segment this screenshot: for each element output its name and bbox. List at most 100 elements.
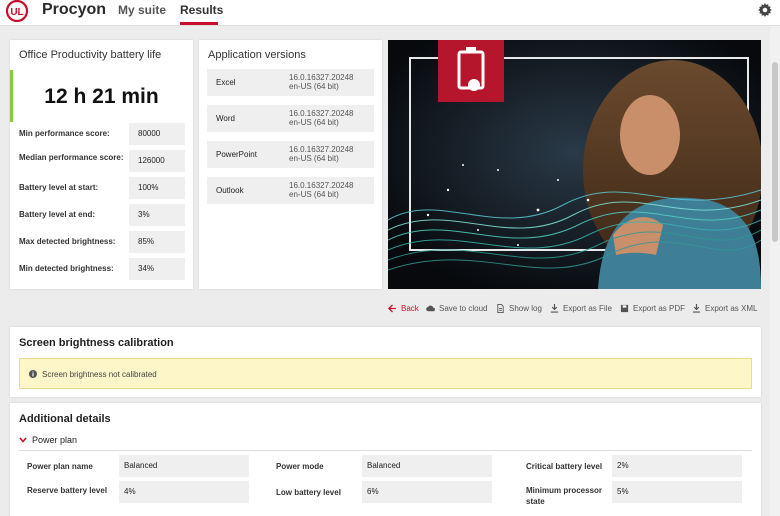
export-pdf-label: Export as PDF (633, 304, 686, 313)
battery-row: Battery level at start: 100% (19, 177, 185, 199)
power-plan-row-label: Power mode (276, 462, 324, 471)
cloud-icon (426, 305, 435, 312)
version-locale: en-US (64 bit) (289, 154, 339, 163)
calibration-notice: Screen brightness not calibrated (19, 358, 752, 389)
calibration-notice-text: Screen brightness not calibrated (42, 370, 157, 379)
power-plan-row-value: Balanced (119, 455, 249, 477)
hero-image (388, 40, 761, 289)
battery-row: Battery level at end: 3% (19, 204, 185, 226)
battery-life-value: 12 h 21 min (44, 85, 159, 108)
save-to-cloud-label: Save to cloud (439, 304, 488, 313)
power-plan-row: Power mode Balanced (276, 455, 516, 477)
battery-row-label: Median performance score: (19, 153, 124, 162)
download-icon (550, 304, 559, 313)
power-plan-row-label: Low battery level (276, 488, 341, 497)
info-icon (29, 370, 37, 378)
power-plan-toggle[interactable]: Power plan (19, 435, 77, 445)
app-name: Word (216, 114, 235, 123)
version-number: 16.0.16327.20248 (289, 145, 354, 154)
app-version: 16.0.16327.20248 en-US (64 bit) (289, 145, 354, 163)
battery-row-label: Battery level at start: (19, 183, 99, 192)
export-xml-label: Export as XML (705, 304, 758, 313)
battery-row-value: 126000 (129, 150, 185, 172)
battery-row-label: Min performance score: (19, 129, 110, 138)
power-plan-row-value: 2% (612, 455, 742, 477)
save-disk-icon (620, 304, 629, 313)
tab-results[interactable]: Results (180, 3, 223, 17)
app-version: 16.0.16327.20248 en-US (64 bit) (289, 109, 354, 127)
battery-life-card: Office Productivity battery life 12 h 21… (10, 40, 193, 289)
battery-row-value: 85% (129, 231, 185, 253)
export-file-label: Export as File (563, 304, 612, 313)
apps-card-title: Application versions (208, 49, 306, 61)
battery-row-value: 100% (129, 177, 185, 199)
divider (19, 450, 752, 451)
export-file-button[interactable]: Export as File (550, 304, 612, 313)
additional-details-card: Additional details Power plan Power plan… (10, 403, 761, 516)
power-plan-row: Low battery level 6% (276, 481, 516, 503)
power-plan-row: Minimum processor state 5% (526, 481, 766, 506)
export-xml-button[interactable]: Export as XML (692, 304, 757, 313)
brightness-title: Screen brightness calibration (19, 337, 174, 349)
power-plan-row-value: 5% (612, 481, 742, 503)
back-label: Back (401, 304, 419, 313)
gear-icon[interactable] (758, 3, 772, 17)
scrollbar[interactable] (770, 26, 780, 516)
battery-row-label: Battery level at end: (19, 210, 96, 219)
battery-row-value: 3% (129, 204, 185, 226)
document-icon (497, 304, 504, 313)
power-plan-row-value: 6% (362, 481, 492, 503)
version-locale: en-US (64 bit) (289, 190, 339, 199)
app-version-row: Word 16.0.16327.20248 en-US (64 bit) (207, 105, 374, 132)
app-version-row: Outlook 16.0.16327.20248 en-US (64 bit) (207, 177, 374, 204)
version-locale: en-US (64 bit) (289, 82, 339, 91)
app-version-row: Excel 16.0.16327.20248 en-US (64 bit) (207, 69, 374, 96)
battery-row-value: 80000 (129, 123, 185, 145)
power-plan-row: Critical battery level 2% (526, 455, 766, 477)
power-plan-row-value: 4% (119, 481, 249, 503)
power-plan-row: Power plan name Balanced (27, 455, 267, 477)
power-plan-row-value: Balanced (362, 455, 492, 477)
brightness-calibration-card: Screen brightness calibration Screen bri… (10, 327, 761, 397)
version-number: 16.0.16327.20248 (289, 109, 354, 118)
app-version-row: PowerPoint 16.0.16327.20248 en-US (64 bit… (207, 141, 374, 168)
power-plan-row-label: Critical battery level (526, 462, 603, 471)
battery-row: Max detected brightness: 85% (19, 231, 185, 253)
app-name: Procyon (42, 1, 107, 18)
back-button[interactable]: Back (388, 304, 419, 313)
battery-row-label: Max detected brightness: (19, 237, 116, 246)
power-plan-row-label: Reserve battery level (27, 486, 108, 495)
power-plan-row: Reserve battery level 4% (27, 481, 267, 503)
app-name: Excel (216, 78, 236, 87)
battery-card-title: Office Productivity battery life (19, 49, 162, 61)
version-number: 16.0.16327.20248 (289, 73, 354, 82)
battery-row-label: Min detected brightness: (19, 264, 114, 273)
battery-row: Min detected brightness: 34% (19, 258, 185, 280)
app-version: 16.0.16327.20248 en-US (64 bit) (289, 73, 354, 91)
details-title: Additional details (19, 413, 111, 425)
top-bar: UL Procyon My suite Results (0, 0, 780, 26)
show-log-label: Show log (509, 304, 542, 313)
scrollbar-thumb[interactable] (772, 62, 778, 242)
battery-row: Min performance score: 80000 (19, 123, 185, 145)
app-name: Outlook (216, 186, 244, 195)
active-tab-indicator (180, 22, 218, 25)
ul-logo: UL (5, 0, 29, 22)
app-name: PowerPoint (216, 150, 257, 159)
export-pdf-button[interactable]: Export as PDF (620, 304, 685, 313)
battery-row-value: 34% (129, 258, 185, 280)
show-log-button[interactable]: Show log (496, 304, 542, 313)
app-version: 16.0.16327.20248 en-US (64 bit) (289, 181, 354, 199)
power-plan-label: Power plan (32, 435, 78, 445)
tab-my-suite[interactable]: My suite (118, 3, 166, 17)
save-to-cloud-button[interactable]: Save to cloud (426, 304, 487, 313)
download-icon (692, 304, 701, 313)
chevron-down-icon (19, 437, 27, 443)
power-plan-row-label: Power plan name (27, 462, 93, 471)
version-number: 16.0.16327.20248 (289, 181, 354, 190)
arrow-left-icon (388, 304, 397, 313)
application-versions-card: Application versions Excel 16.0.16327.20… (199, 40, 382, 289)
svg-text:UL: UL (10, 7, 23, 18)
battery-row: Median performance score: 126000 (19, 150, 185, 172)
version-locale: en-US (64 bit) (289, 118, 339, 127)
